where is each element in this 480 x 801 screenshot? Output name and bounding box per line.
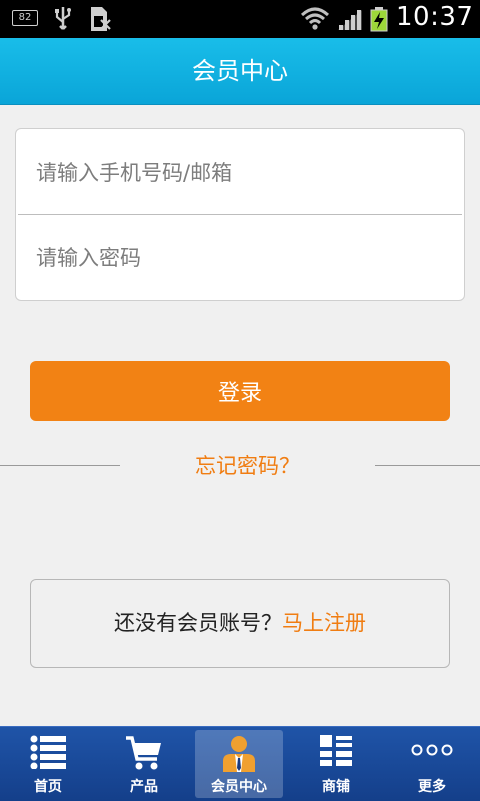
nav-label-more: 更多	[418, 779, 446, 795]
password-input[interactable]	[34, 245, 438, 271]
nav-item-more[interactable]: 更多	[384, 727, 480, 801]
nav-item-home[interactable]: 首页	[0, 727, 96, 801]
bottom-nav: 首页 产品 会员中心 商铺 更多	[0, 726, 480, 801]
status-bar: 82 10:37	[0, 0, 480, 38]
login-button[interactable]: 登录	[30, 361, 450, 421]
cart-icon	[126, 736, 161, 770]
page-title: 会员中心	[192, 57, 288, 85]
wifi-icon	[300, 7, 330, 30]
login-form-card	[15, 128, 465, 301]
forgot-password-link[interactable]: 忘记密码？	[120, 448, 375, 484]
sim-card-icon	[91, 7, 111, 31]
app-header: 会员中心	[0, 38, 480, 105]
battery-charging-icon	[370, 7, 388, 32]
password-field	[16, 216, 464, 300]
divider-right	[375, 465, 480, 466]
usb-icon	[55, 7, 71, 30]
clock: 10:37	[396, 2, 474, 32]
notification-badge: 82	[12, 10, 38, 26]
register-box: 还没有会员账号？马上注册	[30, 579, 450, 668]
grid-list-icon	[320, 735, 352, 766]
member-icon	[223, 736, 255, 772]
nav-label-member-center: 会员中心	[211, 779, 267, 795]
phone-email-input[interactable]	[34, 160, 438, 186]
list-icon	[30, 735, 66, 769]
nav-label-home: 首页	[34, 779, 62, 795]
phone-email-field	[16, 131, 464, 215]
nav-item-products[interactable]: 产品	[96, 727, 192, 801]
more-dots-icon	[411, 744, 453, 756]
nav-label-shops: 商铺	[322, 779, 350, 795]
signal-icon	[338, 10, 362, 30]
nav-label-products: 产品	[130, 779, 158, 795]
register-prompt: 还没有会员账号？	[114, 611, 282, 635]
divider-left	[0, 465, 120, 466]
field-divider	[18, 214, 462, 215]
nav-item-shops[interactable]: 商铺	[288, 727, 384, 801]
register-link[interactable]: 马上注册	[282, 611, 366, 635]
nav-item-member-center[interactable]: 会员中心	[195, 730, 283, 798]
